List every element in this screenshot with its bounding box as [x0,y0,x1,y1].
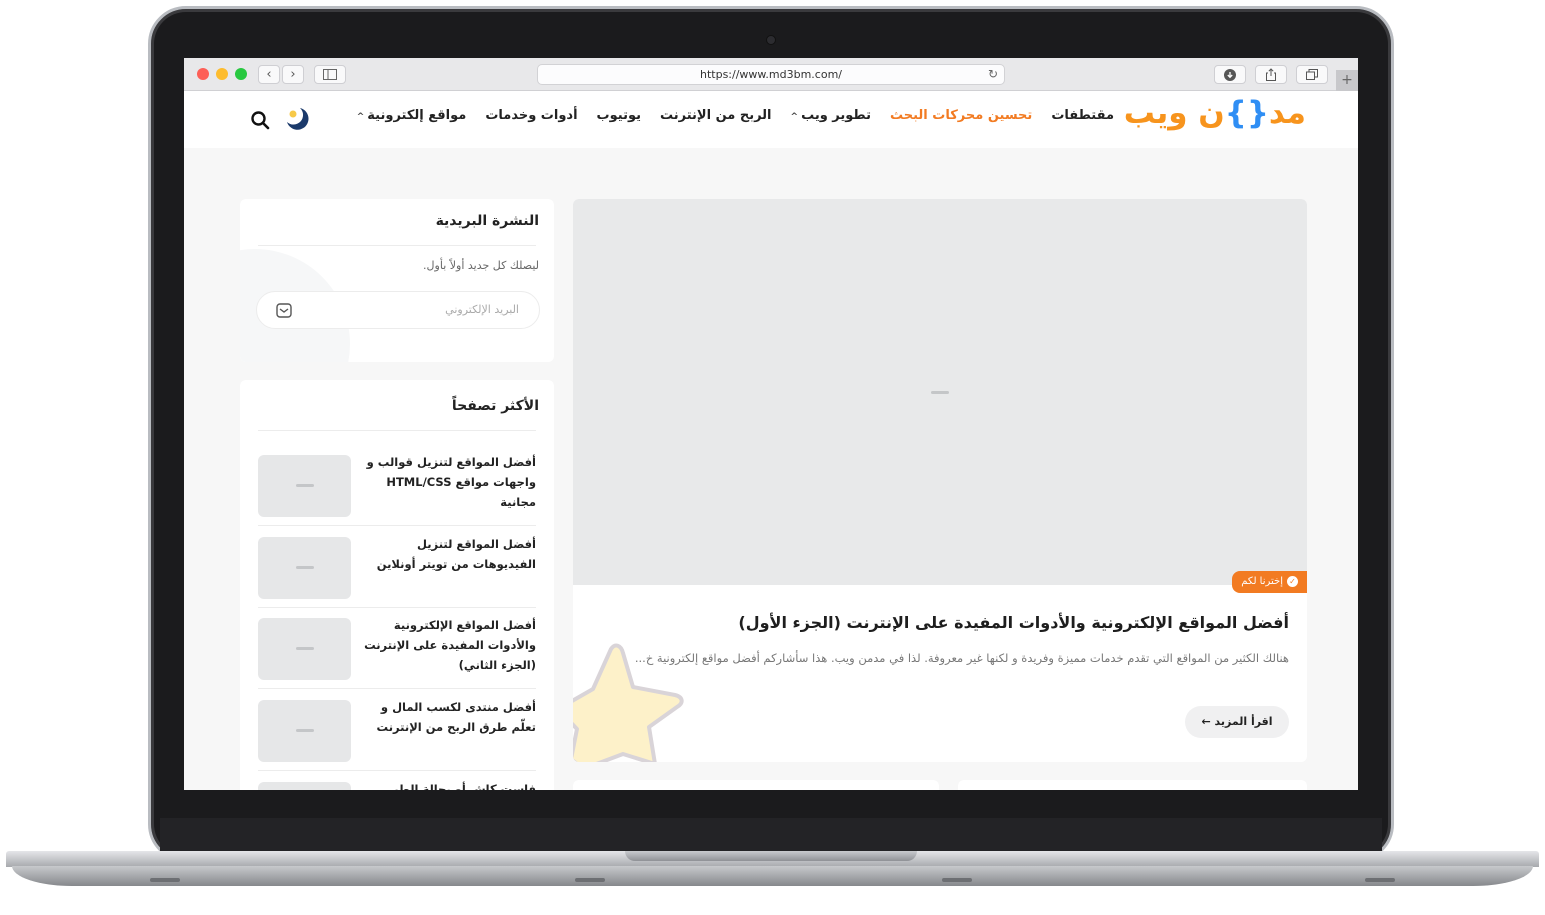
tabs-icon [1306,69,1318,80]
browser-toolbar: ‹ › https://www.md3bm.com/ ↻ + [184,58,1358,91]
plus-icon: + [1341,72,1353,88]
post-thumbnail-placeholder[interactable] [258,782,351,790]
chevron-left-icon: ‹ [266,67,272,82]
read-more-button[interactable]: اقرأ المزيد ← [1185,706,1289,738]
post-title[interactable]: أفضل منتدى لكسب المال و تعلّم طرق الربح … [364,697,536,737]
sidebar-icon [323,69,337,80]
article-title[interactable]: أفضل المواقع الإلكترونية والأدوات المفيد… [738,613,1289,632]
post-thumbnail-placeholder[interactable] [258,618,351,680]
check-icon: ✓ [1287,576,1298,587]
mail-icon[interactable] [276,303,292,318]
tabs-overview-button[interactable] [1296,65,1328,84]
featured-article-card[interactable]: ✓ إخترنا لكم أفضل المواقع الإلكترونية وال… [573,199,1307,762]
share-button[interactable] [1255,65,1287,84]
nav-label: تحسين محركات البحث [889,108,1033,123]
laptop-foot [150,878,180,882]
editor-pick-badge: ✓ إخترنا لكم [1232,571,1307,593]
article-card[interactable] [573,780,939,790]
popular-title: الأكثر تصفحاً [451,398,539,414]
popular-post-item[interactable]: أفضل المواقع لتنزيل الفيديوهات من تويتر … [258,527,536,608]
placeholder-dash [296,566,314,569]
back-button[interactable]: ‹ [258,65,280,84]
nav-item-seo[interactable]: تحسين محركات البحث [890,108,1032,123]
nav-label: تطوير ويب [801,108,871,123]
minimize-window-button[interactable] [216,68,228,80]
popular-post-item[interactable]: أفضل المواقع الإلكترونية والأدوات المفيد… [258,608,536,689]
logo-bracket: {} [1224,95,1269,131]
post-title[interactable]: أفضل المواقع الإلكترونية والأدوات المفيد… [364,615,536,675]
nav-item-websites[interactable]: مواقع إلكترونية^ [357,108,467,123]
post-title[interactable]: أفضل المواقع لتنزيل الفيديوهات من تويتر … [364,534,536,574]
popular-post-item[interactable]: أفضل منتدى لكسب المال و تعلّم طرق الربح … [258,690,536,771]
downloads-button[interactable] [1214,65,1246,84]
post-title[interactable]: فاست كاش أو بحالة الطير [364,779,536,790]
nav-item-snippets[interactable]: مقتطفات [1051,108,1114,123]
screen-bezel [160,818,1382,854]
laptop-foot [1365,878,1395,882]
chevron-right-icon: › [290,67,296,82]
laptop-foot [942,878,972,882]
placeholder-dash [931,391,949,394]
popular-posts-widget: الأكثر تصفحاً أفضل المواقع لتنزيل قوالب … [240,380,554,790]
post-thumbnail-placeholder[interactable] [258,455,351,517]
post-thumbnail-placeholder[interactable] [258,700,351,762]
main-nav: مواقع إلكترونية^ أدوات وخدمات يوتيوب الر… [357,108,1114,123]
nav-item-youtube[interactable]: يوتيوب [597,108,641,123]
new-tab-button[interactable]: + [1336,70,1358,91]
camera-icon [766,35,776,45]
newsletter-title: النشرة البريدية [435,213,539,229]
placeholder-dash [296,484,314,487]
read-more-label: اقرأ المزيد [1214,715,1273,728]
close-window-button[interactable] [197,68,209,80]
search-icon[interactable] [250,110,270,130]
laptop-foot [575,878,605,882]
badge-label: إخترنا لكم [1241,576,1283,587]
url-text: https://www.md3bm.com/ [700,68,842,81]
article-image-placeholder[interactable] [573,199,1307,585]
site-logo[interactable]: مد{}ن ويب [1124,95,1306,131]
nav-item-webdev[interactable]: تطوير ويب^ [791,108,871,123]
arrow-left-icon: ← [1201,715,1211,728]
chevron-up-icon: ^ [356,112,365,122]
dark-mode-toggle-icon[interactable] [283,105,309,131]
laptop-notch [625,851,917,861]
popular-post-item[interactable]: أفضل المواقع لتنزيل قوالب و واجهات مواقع… [258,445,536,526]
placeholder-dash [296,647,314,650]
email-placeholder: البريد الإلكتروني [445,303,519,316]
divider [258,430,536,431]
article-excerpt: هنالك الكثير من المواقع التي تقدم خدمات … [634,651,1289,665]
placeholder-dash [296,729,314,732]
popular-post-item[interactable]: فاست كاش أو بحالة الطير [258,772,536,790]
sidebar-toggle-button[interactable] [314,65,346,84]
nav-label: مقتطفات [1051,108,1114,123]
nav-label: مواقع إلكترونية [367,108,467,123]
nav-label: أدوات وخدمات [485,108,578,123]
browser-screen: ‹ › https://www.md3bm.com/ ↻ + مد{}ن ويب… [184,58,1358,790]
share-icon [1266,68,1276,81]
reload-icon[interactable]: ↻ [988,65,998,84]
email-input[interactable]: البريد الإلكتروني [256,291,540,329]
newsletter-text: ليصلك كل جديد أولاً بأول. [423,259,539,272]
forward-button[interactable]: › [282,65,304,84]
article-card[interactable] [958,780,1307,790]
site-header: مد{}ن ويب مواقع إلكترونية^ أدوات وخدمات … [184,91,1358,148]
maximize-window-button[interactable] [235,68,247,80]
download-icon [1224,69,1236,81]
post-thumbnail-placeholder[interactable] [258,537,351,599]
logo-part: ن ويب [1123,95,1225,131]
nav-label: يوتيوب [596,108,641,123]
nav-label: الربح من الإنترنت [659,108,772,123]
newsletter-widget: النشرة البريدية ليصلك كل جديد أولاً بأول… [240,199,554,362]
chevron-up-icon: ^ [790,112,799,122]
address-bar[interactable]: https://www.md3bm.com/ ↻ [537,64,1005,85]
nav-item-tools[interactable]: أدوات وخدمات [485,108,577,123]
divider [258,245,536,246]
nav-item-earning[interactable]: الربح من الإنترنت [660,108,772,123]
post-title[interactable]: أفضل المواقع لتنزيل قوالب و واجهات مواقع… [364,452,536,512]
laptop-base-bottom [12,866,1533,886]
logo-part: مد [1268,95,1306,131]
